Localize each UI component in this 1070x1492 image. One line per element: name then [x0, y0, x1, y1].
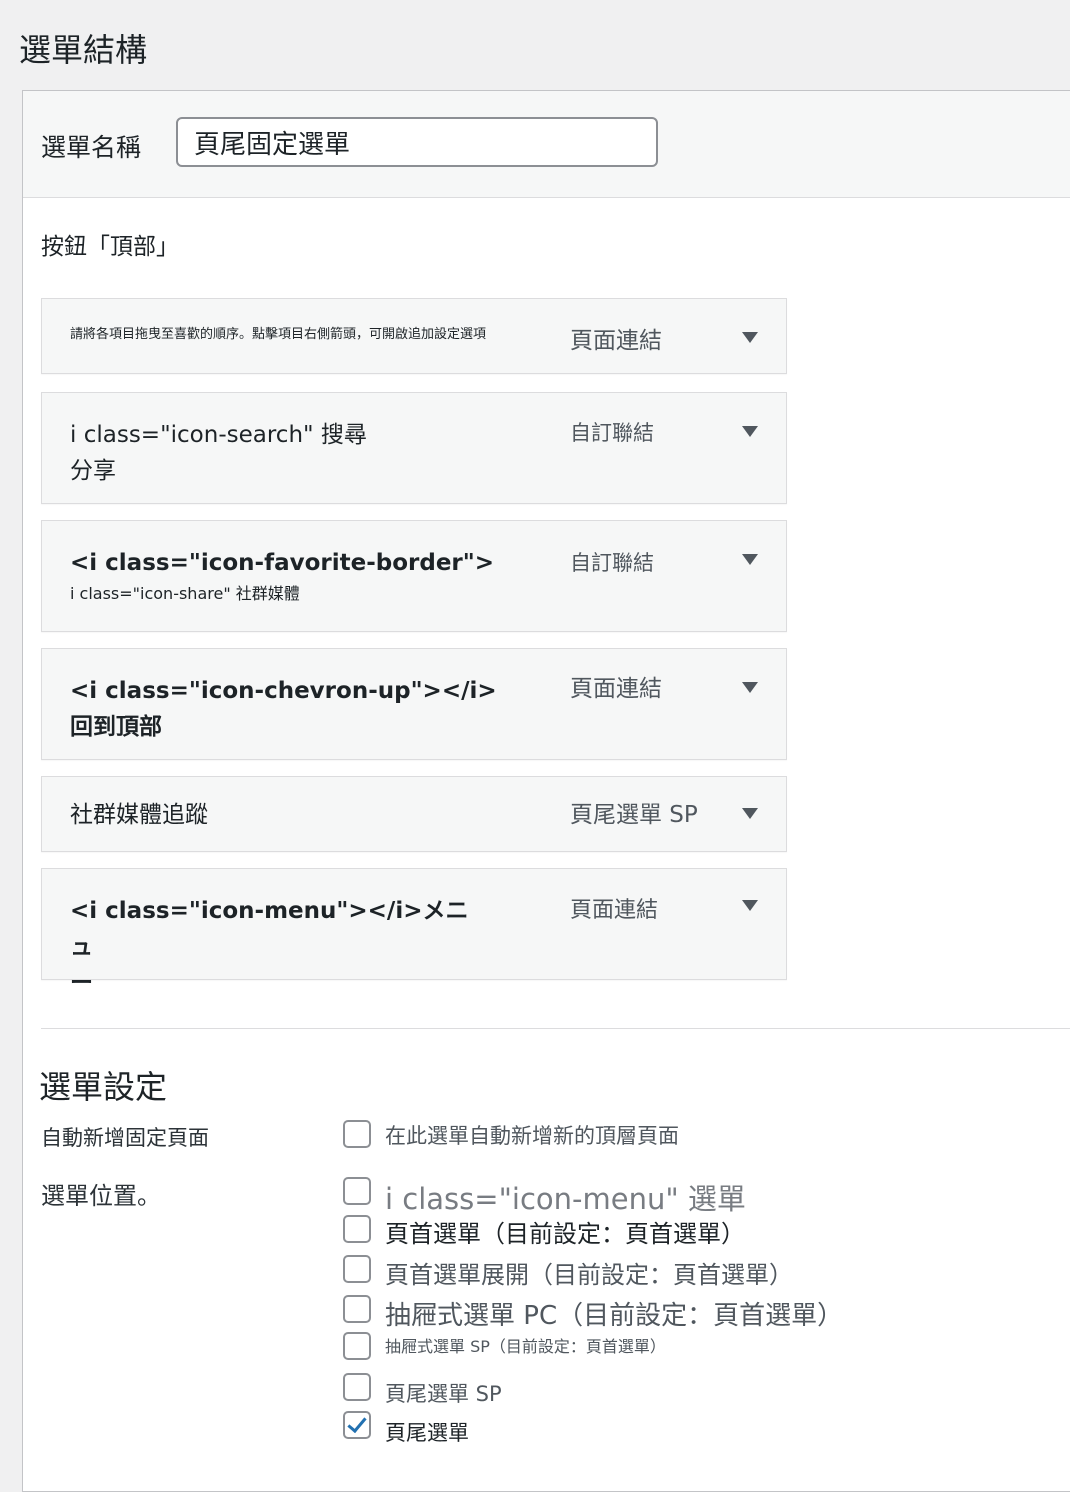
location-checkbox-checked[interactable] [343, 1411, 371, 1439]
location-option-label: 頁尾選單 [385, 1421, 469, 1445]
expand-arrow-icon[interactable] [742, 808, 758, 819]
expand-arrow-icon[interactable] [742, 332, 758, 343]
location-option-label: 抽屜式選單 PC（目前設定：頁首選單） [385, 1301, 844, 1331]
menu-item-subtitle: 分享 [70, 458, 116, 484]
divider [41, 1028, 1070, 1029]
menu-item-subtitle: ー [70, 970, 93, 996]
menu-item-type: 頁面連結 [570, 676, 662, 702]
menu-item-title-line: <i class="icon-menu"></i>メニュ [70, 898, 469, 960]
menu-item-type: 頁面連結 [570, 898, 659, 923]
auto-add-checkbox[interactable] [343, 1120, 371, 1148]
menu-edit-panel: 選單名稱 按鈕「頂部」 請將各項目拖曳至喜歡的順序。點擊項目右側箭頭，可開啟追加… [22, 90, 1070, 1492]
expand-arrow-icon[interactable] [742, 682, 758, 693]
expand-arrow-icon[interactable] [742, 426, 758, 437]
menu-item[interactable]: <i class="icon-chevron-up"></i> 回到頂部 頁面連… [41, 648, 787, 760]
menu-locations-label: 選單位置。 [41, 1182, 161, 1210]
menu-item-title: 請將各項目拖曳至喜歡的順序。點擊項目右側箭頭，可開啟追加設定選項 [70, 327, 487, 342]
menu-item-title-line: i class="icon-search" 搜尋 [70, 422, 367, 448]
menu-item-title: <i class="icon-menu"></i>メニュ ー [70, 893, 470, 1001]
menu-item-title-line: <i class="icon-favorite-border"> [70, 550, 495, 576]
menu-item-subtitle: i class="icon-share" 社群媒體 [70, 584, 300, 603]
expand-arrow-icon[interactable] [742, 554, 758, 565]
menu-section-title: 按鈕「頂部」 [41, 234, 179, 260]
menu-item[interactable]: <i class="icon-menu"></i>メニュ ー 頁面連結 [41, 868, 787, 996]
location-checkbox[interactable] [343, 1215, 371, 1243]
location-checkbox[interactable] [343, 1255, 371, 1283]
expand-arrow-icon[interactable] [742, 900, 758, 911]
auto-add-option-label: 在此選單自動新增新的頂層頁面 [385, 1124, 679, 1148]
location-checkbox[interactable] [343, 1373, 371, 1401]
location-option-label: 抽屜式選單 SP（目前設定：頁首選單） [385, 1337, 666, 1356]
menu-item[interactable]: i class="icon-search" 搜尋 分享 自訂聯結 [41, 392, 787, 504]
menu-settings-title: 選單設定 [39, 1068, 168, 1106]
location-checkbox[interactable] [343, 1332, 371, 1360]
menu-item[interactable]: 社群媒體追蹤 頁尾選單 SP [41, 776, 787, 852]
menu-item-type: 頁面連結 [570, 328, 662, 354]
menu-item-type: 自訂聯結 [570, 551, 654, 575]
menu-name-label: 選單名稱 [41, 133, 142, 162]
location-option-label: 頁尾選單 SP [385, 1382, 502, 1406]
menu-header: 選單名稱 [23, 91, 1070, 198]
location-option-label: 頁首選單展開（目前設定：頁首選單） [385, 1261, 793, 1289]
menu-item-title: 社群媒體追蹤 [70, 802, 208, 828]
location-checkbox[interactable] [343, 1177, 371, 1205]
location-option-label: i class="icon-menu" 選單 [385, 1182, 746, 1216]
menu-item-title: <i class="icon-favorite-border"> i class… [70, 545, 550, 607]
menu-name-input[interactable] [176, 117, 658, 167]
auto-add-label: 自動新增固定頁面 [41, 1126, 209, 1150]
page-title: 選單結構 [19, 31, 148, 69]
menu-item[interactable]: 請將各項目拖曳至喜歡的順序。點擊項目右側箭頭，可開啟追加設定選項 頁面連結 [41, 298, 787, 374]
menu-item-title: i class="icon-search" 搜尋 分享 [70, 417, 470, 489]
menu-item-type: 自訂聯結 [570, 421, 654, 445]
menu-item-title: <i class="icon-chevron-up"></i> 回到頂部 [70, 673, 550, 745]
location-option-label: 頁首選單（目前設定：頁首選單） [385, 1220, 745, 1248]
menu-item[interactable]: <i class="icon-favorite-border"> i class… [41, 520, 787, 632]
menu-item-type: 頁尾選單 SP [570, 802, 698, 828]
location-checkbox[interactable] [343, 1295, 371, 1323]
menu-item-title-line: <i class="icon-chevron-up"></i> [70, 678, 497, 704]
menu-item-subtitle: 回到頂部 [70, 714, 162, 740]
